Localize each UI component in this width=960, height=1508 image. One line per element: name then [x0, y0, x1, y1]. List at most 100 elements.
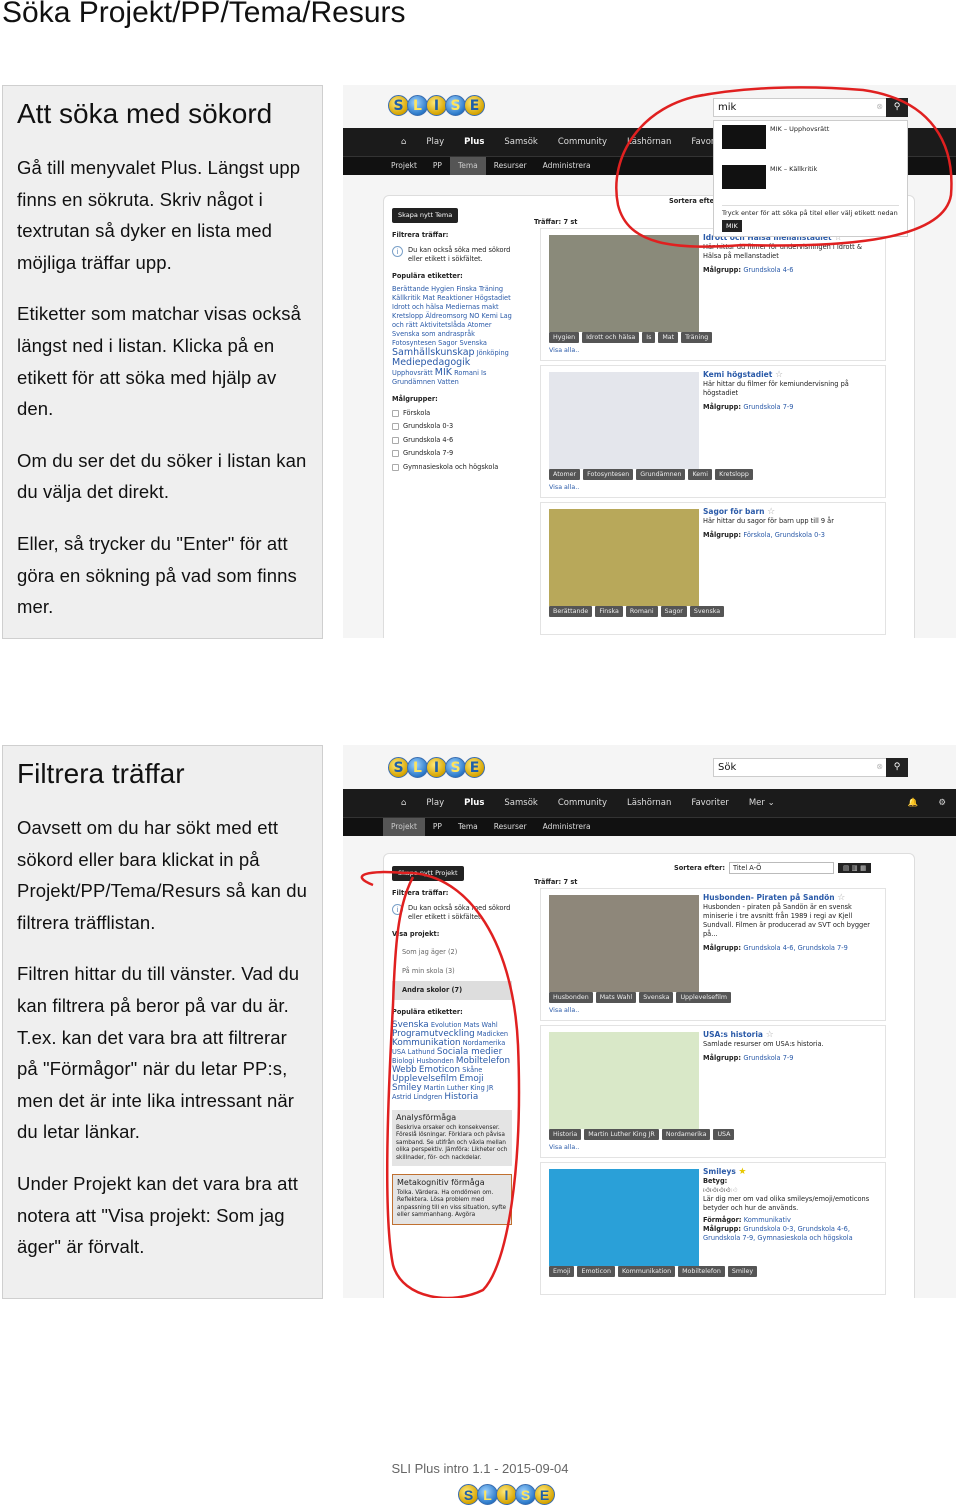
search-input[interactable]: Sök ⊗ ⚲ [713, 758, 908, 777]
tag-link[interactable]: Äldreomsorg [425, 312, 467, 320]
result-tag[interactable]: Romani [625, 606, 658, 617]
target-checkbox[interactable]: Gymnasieskola och högskola [392, 463, 512, 472]
tag-link[interactable]: Mat [423, 294, 435, 302]
subnav-item-projekt[interactable]: Projekt [383, 157, 425, 175]
tag-link[interactable]: Sagor [438, 339, 457, 347]
tag-link[interactable]: Mobiltelefon [456, 1056, 510, 1066]
target-checkbox[interactable]: Grundskola 0-3 [392, 422, 512, 431]
tag-link[interactable]: Idrott och hälsa [392, 303, 443, 311]
ability-box[interactable]: Metakognitiv förmåga Tolka. Värdera. Ha o… [392, 1174, 512, 1225]
result-tag[interactable]: Grundämnen [636, 469, 686, 480]
result-tag[interactable]: Atomer [549, 469, 581, 480]
target-value[interactable]: Grundskola 4-6 [743, 266, 793, 274]
checkbox[interactable] [392, 423, 399, 430]
result-tag[interactable]: Smiley [727, 1266, 758, 1277]
target-value[interactable]: Grundskola 4-6, Grundskola 7-9 [743, 944, 848, 952]
result-title[interactable]: Kemi högstadiet [703, 370, 775, 379]
clear-icon[interactable]: ⊗ [876, 102, 883, 111]
result-tag[interactable]: Träning [681, 332, 713, 343]
home-icon[interactable]: ⌂ [391, 137, 416, 147]
tag-link[interactable]: Madicken [477, 1030, 508, 1038]
tag-link[interactable]: Aktivitetslåda [420, 321, 465, 329]
subnav-item-administrera[interactable]: Administrera [535, 157, 599, 175]
tag-link[interactable]: Nordamerika [463, 1039, 506, 1047]
nav-item-läshörnan[interactable]: Läshörnan [617, 137, 681, 147]
ability-box[interactable]: Analysförmåga Beskriva orsaker och konsek… [392, 1110, 512, 1166]
tag-link[interactable]: Kretslopp [392, 312, 423, 320]
checkbox[interactable] [392, 450, 399, 457]
thumb-icon[interactable]: 👍︎ [703, 1186, 710, 1194]
result-tag[interactable]: Nordamerika [661, 1129, 711, 1140]
sort-select[interactable]: Titel A-Ö [729, 862, 835, 874]
thumb-icon[interactable]: 👍︎ [731, 1186, 738, 1194]
result-tag[interactable]: Husbonden [549, 992, 593, 1003]
result-tag[interactable]: Emoji [549, 1266, 575, 1277]
show-all-link[interactable]: Visa alla.. [549, 347, 579, 354]
result-thumbnail[interactable] [549, 1032, 699, 1129]
checkbox[interactable] [392, 463, 399, 471]
result-tag[interactable]: Sagor [660, 606, 687, 617]
tag-link[interactable]: Kemi [482, 312, 498, 320]
result-thumbnail[interactable] [549, 235, 699, 332]
thumb-icon[interactable]: 👍︎ [710, 1186, 717, 1194]
tag-link[interactable]: Is [481, 369, 486, 377]
tag-link[interactable]: Evolution [431, 1021, 462, 1029]
target-value[interactable]: Grundskola 7-9 [743, 1054, 793, 1062]
suggestion-item[interactable]: MIK – Upphovsrätt [722, 125, 899, 165]
thumb-icon[interactable]: 👍︎ [724, 1186, 731, 1194]
tag-link[interactable]: Svenska [459, 339, 487, 347]
nav-item-samsök[interactable]: Samsök [494, 137, 547, 147]
tag-link[interactable]: Emoji [459, 1074, 483, 1084]
show-all-link[interactable]: Visa alla.. [549, 1144, 579, 1151]
show-option[interactable]: Andra skolor (7) [392, 981, 512, 1000]
nav-item-plus[interactable]: Plus [454, 798, 494, 808]
favorite-star-icon[interactable]: ☆ [767, 507, 775, 517]
nav-item-plus[interactable]: Plus [454, 137, 494, 147]
result-title[interactable]: Husbonden- Piraten på Sandön [703, 893, 837, 902]
result-tag[interactable]: Svenska [639, 992, 674, 1003]
slise-logo[interactable]: SLISE [388, 757, 485, 778]
rating-thumbs[interactable]: 👍︎👍︎👍︎👍︎👍︎ [703, 1186, 879, 1195]
subnav-item-pp[interactable]: PP [425, 157, 450, 175]
search-input[interactable]: mik ⊗ ⚲ [713, 98, 908, 117]
tag-link[interactable]: Reaktioner [437, 294, 473, 302]
checkbox[interactable] [392, 436, 399, 444]
result-tag[interactable]: Mobiltelefon [678, 1266, 725, 1277]
tag-link[interactable]: Upphovsrätt [392, 369, 433, 377]
search-button[interactable]: ⚲ [886, 758, 908, 777]
abilities-value[interactable]: Kommunikativ [744, 1216, 791, 1224]
view-toggle[interactable]: ▤ ▥ ▦ [838, 863, 872, 873]
tag-link[interactable]: Martin Luther King JR [424, 1084, 494, 1092]
thumb-icon[interactable]: 👍︎ [717, 1186, 724, 1194]
create-button[interactable]: Skapa nytt Projekt [392, 866, 464, 881]
gear-icon[interactable]: ⚙ [928, 798, 956, 808]
result-tag[interactable]: Hygien [549, 332, 580, 343]
tag-link[interactable]: Mats Wahl [464, 1021, 498, 1029]
tag-link[interactable]: Skåne [462, 1066, 482, 1074]
result-tag[interactable]: Is [642, 332, 656, 343]
tag-link[interactable]: Vatten [437, 378, 458, 386]
nav-item-play[interactable]: Play [416, 798, 454, 808]
nav-item-favoriter[interactable]: Favoriter [681, 798, 738, 808]
result-thumbnail[interactable] [549, 1169, 699, 1266]
tag-link[interactable]: Husbonden [416, 1057, 453, 1065]
result-tag[interactable]: Historia [549, 1129, 582, 1140]
tag-link[interactable]: Atomer [467, 321, 491, 329]
tag-link[interactable]: Träning [479, 285, 503, 293]
result-tag[interactable]: Svenska [689, 606, 725, 617]
target-checkbox[interactable]: Grundskola 7-9 [392, 449, 512, 458]
tag-link[interactable]: Historia [444, 1092, 478, 1102]
tag-link[interactable]: Romani [454, 369, 479, 377]
tag-link[interactable]: Grundämnen [392, 378, 435, 386]
nav-item-läshörnan[interactable]: Läshörnan [617, 798, 681, 808]
result-tag[interactable]: Martin Luther King JR [584, 1129, 659, 1140]
result-tag[interactable]: Kommunikation [617, 1266, 676, 1277]
result-thumbnail[interactable] [549, 895, 699, 992]
nav-item-community[interactable]: Community [548, 137, 617, 147]
subnav-item-administrera[interactable]: Administrera [535, 818, 599, 836]
result-tag[interactable]: Upplevelsefilm [676, 992, 732, 1003]
tag-link[interactable]: Fotosyntesen [392, 339, 436, 347]
tag-link[interactable]: Hygien [431, 285, 454, 293]
tag-link[interactable]: Jönköping [477, 349, 509, 357]
result-tag[interactable]: Mat [658, 332, 679, 343]
